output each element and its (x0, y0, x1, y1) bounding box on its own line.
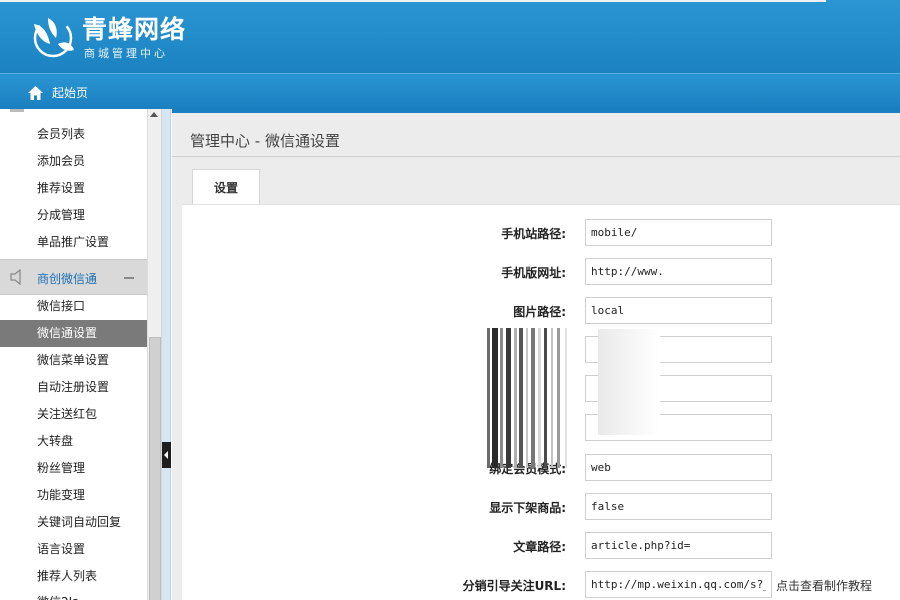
field-label: 图片路径: (513, 305, 566, 319)
sidebar-item-auto-register[interactable]: 自动注册设置 (0, 374, 147, 401)
sidebar-item-wechat-js[interactable]: 微信2Js (0, 589, 147, 600)
scrollbar-thumb[interactable] (149, 337, 161, 600)
field-label: 分销引导关注URL: (462, 579, 566, 593)
brand-subtitle: 商城管理中心 (84, 47, 168, 60)
sidebar-scrollbar[interactable] (147, 109, 161, 600)
sidebar-item-product-promotion[interactable]: 单品推广设置 (0, 229, 147, 256)
sidebar-item-follow-red-packet[interactable]: 关注送红包 (0, 401, 147, 428)
speaker-icon (10, 269, 21, 285)
panel-splitter[interactable] (162, 109, 171, 600)
sidebar-item-fans[interactable]: 粉丝管理 (0, 455, 147, 482)
mobile-path-input[interactable] (585, 219, 772, 246)
app-header: 青蜂网络 商城管理中心 (0, 0, 900, 73)
obscured-region (485, 328, 577, 468)
settings-form: 手机站路径: 手机版网址: 图片路径: 绑定会员模式: 显示下架商品: (182, 204, 900, 600)
home-link[interactable]: 起始页 (28, 84, 88, 101)
top-nav-bar: 起始页 (0, 73, 900, 109)
sidebar-item-commission[interactable]: 分成管理 (0, 202, 147, 229)
field-label: 显示下架商品: (489, 501, 566, 515)
title-divider (172, 156, 900, 157)
sidebar-item-lucky-wheel[interactable]: 大转盘 (0, 428, 147, 455)
tab-settings[interactable]: 设置 (192, 169, 260, 205)
sidebar-item-add-member[interactable]: 添加会员 (0, 148, 147, 175)
header-top-line (0, 0, 826, 2)
collapse-sidebar-arrow-icon[interactable] (162, 442, 171, 468)
sidebar-item-wechat-settings[interactable]: 微信通设置 (0, 320, 147, 347)
article-path-input[interactable] (585, 532, 772, 559)
sidebar-section-label: 商创微信通 (37, 272, 98, 286)
page-title: 管理中心 - 微信通设置 (190, 132, 340, 150)
tab-bar: 设置 (182, 169, 900, 205)
sidebar-item-referrer-list[interactable]: 推荐人列表 (0, 563, 147, 590)
image-path-input[interactable] (585, 297, 772, 324)
form-row-distribution-url: 分销引导关注URL: 点击查看制作教程 (182, 571, 900, 599)
form-row-show-offshelf: 显示下架商品: (182, 493, 900, 521)
form-row-mobile-path: 手机站路径: (182, 219, 900, 247)
form-row-article-path: 文章路径: (182, 532, 900, 560)
sidebar-item-wechat-menu[interactable]: 微信菜单设置 (0, 347, 147, 374)
sidebar-item-member-list[interactable]: 会员列表 (0, 121, 147, 148)
distribution-url-input[interactable] (585, 571, 772, 598)
sidebar-item-functions[interactable]: 功能变理 (0, 482, 147, 509)
form-row-mobile-url: 手机版网址: (182, 258, 900, 286)
sidebar-partial-item (10, 109, 24, 112)
field-label: 手机版网址: (501, 266, 566, 280)
show-offshelf-input[interactable] (585, 493, 772, 520)
sidebar-item-referral-settings[interactable]: 推荐设置 (0, 175, 147, 202)
sidebar-item-wechat-api[interactable]: 微信接口 (0, 293, 147, 320)
home-link-label: 起始页 (52, 86, 89, 100)
collapse-minus-icon[interactable] (124, 277, 134, 279)
field-label: 文章路径: (513, 540, 566, 554)
main-content: 管理中心 - 微信通设置 设置 手机站路径: 手机版网址: 图片路径: (172, 109, 900, 600)
tutorial-link[interactable]: 点击查看制作教程 (776, 577, 872, 594)
brand-name: 青蜂网络 (82, 15, 187, 44)
form-row-image-path: 图片路径: (182, 297, 900, 325)
field-label: 手机站路径: (501, 227, 566, 241)
sidebar-item-language[interactable]: 语言设置 (0, 536, 147, 563)
obscured-blur-region (598, 329, 660, 435)
bird-swirl-logo-icon (33, 18, 74, 58)
scroll-up-arrow-icon[interactable] (150, 112, 158, 117)
home-icon (28, 85, 43, 100)
mobile-url-input[interactable] (585, 258, 772, 285)
member-mode-input[interactable] (585, 454, 772, 481)
sidebar-item-keyword-reply[interactable]: 关键词自动回复 (0, 509, 147, 536)
sidebar-menu: 会员列表 添加会员 推荐设置 分成管理 单品推广设置 商创微信通 微信接口 微信… (0, 109, 162, 600)
sidebar-section-wechat[interactable]: 商创微信通 (0, 259, 147, 295)
